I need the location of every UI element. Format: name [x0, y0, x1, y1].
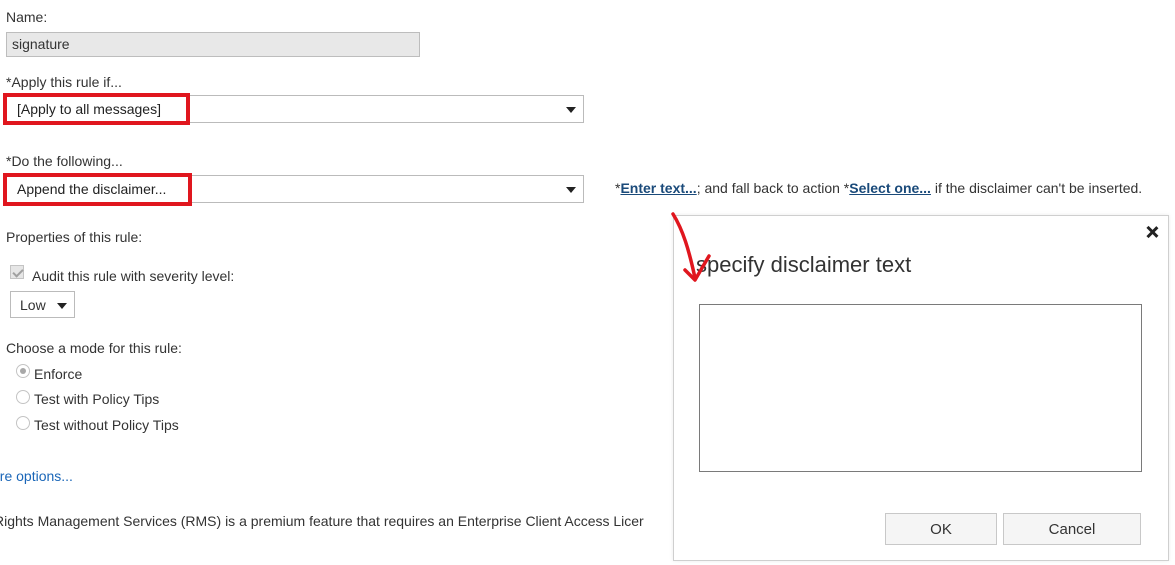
- audit-label: Audit this rule with severity level:: [32, 268, 235, 284]
- audit-checkbox[interactable]: [10, 265, 24, 279]
- close-icon[interactable]: [1145, 225, 1159, 239]
- highlight-box: [3, 93, 190, 125]
- annotation-arrow-icon: [671, 212, 711, 282]
- disclaimer-text-input[interactable]: [699, 304, 1142, 472]
- fallback-suffix: if the disclaimer can't be inserted.: [930, 180, 1143, 196]
- dialog-title: specify disclaimer text: [696, 252, 912, 277]
- action-parameters-line: *Enter text...; and fall back to action …: [615, 180, 1142, 196]
- mode-test-no-tips-radio[interactable]: [16, 416, 30, 430]
- fallback-text: ; and fall back to action *: [696, 180, 850, 196]
- mode-test-tips-label: Test with Policy Tips: [34, 391, 160, 407]
- enter-text-link[interactable]: Enter text...: [620, 180, 696, 196]
- mode-enforce-label: Enforce: [34, 366, 83, 382]
- chevron-down-icon: [566, 107, 576, 113]
- apply-rule-label: *Apply this rule if...: [6, 74, 122, 90]
- mode-test-tips-radio[interactable]: [16, 390, 30, 404]
- chevron-down-icon: [57, 303, 67, 309]
- mode-enforce-radio[interactable]: [16, 364, 30, 378]
- properties-label: Properties of this rule:: [6, 229, 143, 245]
- cancel-button[interactable]: Cancel: [1003, 513, 1141, 545]
- name-label: Name:: [6, 9, 48, 25]
- rms-note: Rights Management Services (RMS) is a pr…: [0, 513, 644, 529]
- mode-test-no-tips-label: Test without Policy Tips: [34, 417, 179, 433]
- name-field[interactable]: signature: [6, 32, 420, 57]
- ok-button[interactable]: OK: [885, 513, 997, 545]
- do-following-label: *Do the following...: [6, 153, 123, 169]
- highlight-box: [3, 173, 192, 206]
- chevron-down-icon: [566, 187, 576, 193]
- severity-select[interactable]: Low: [10, 291, 75, 318]
- select-one-link[interactable]: Select one...: [849, 180, 931, 196]
- severity-value: Low: [20, 297, 46, 313]
- mode-label: Choose a mode for this rule:: [6, 340, 182, 356]
- disclaimer-dialog: specify disclaimer text OK Cancel: [673, 215, 1169, 561]
- more-options-link[interactable]: ore options...: [0, 468, 73, 484]
